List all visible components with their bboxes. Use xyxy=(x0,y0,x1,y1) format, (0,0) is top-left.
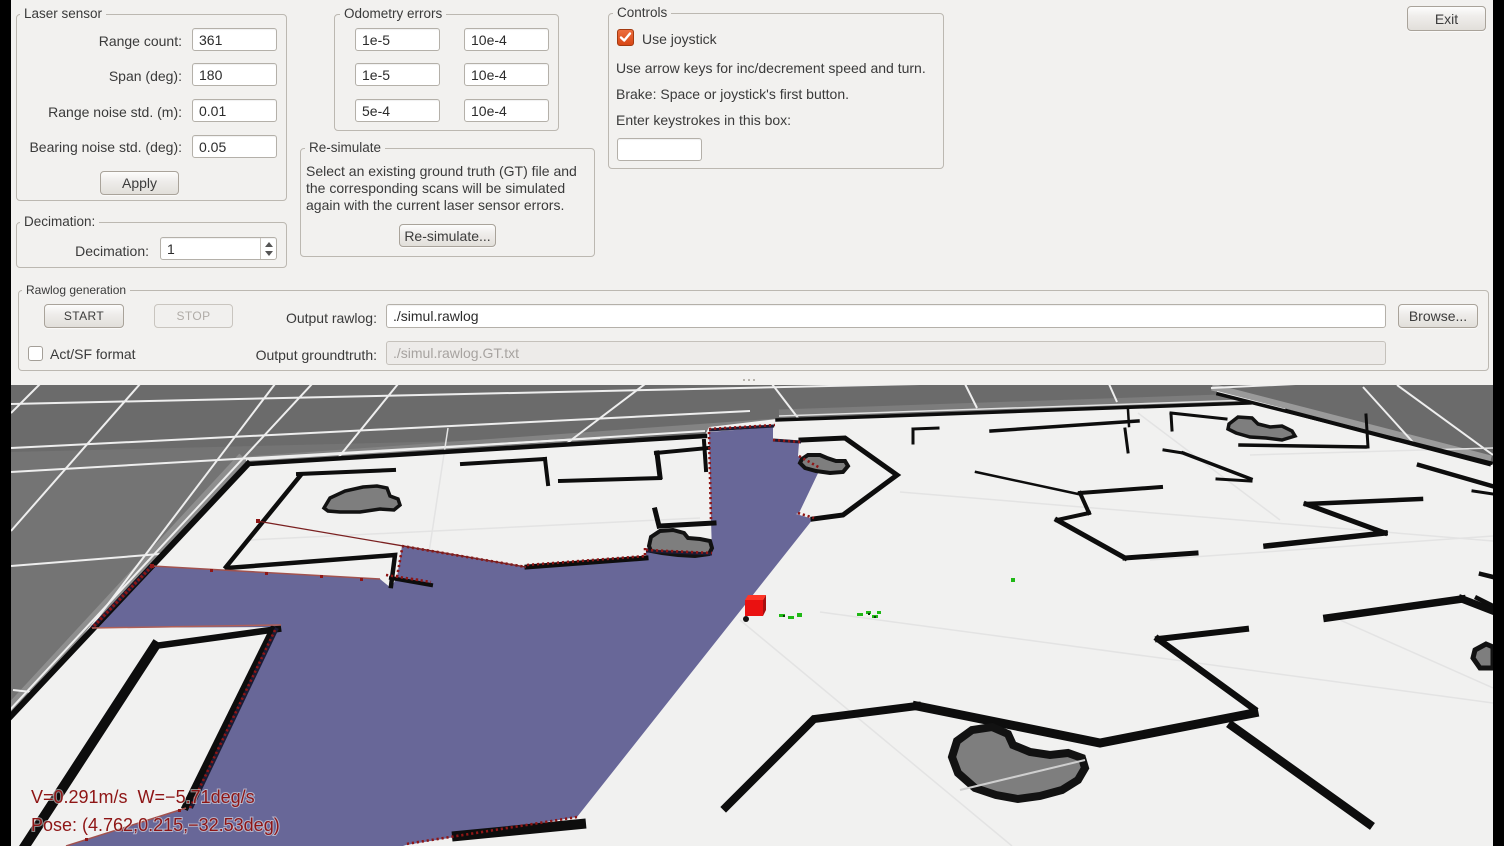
svg-text:V=0.291m/s W=−5.71deg/s: V=0.291m/s W=−5.71deg/s xyxy=(31,787,255,807)
svg-text:Pose: (4.762,0.215,−32.53deg): Pose: (4.762,0.215,−32.53deg) xyxy=(31,815,280,835)
